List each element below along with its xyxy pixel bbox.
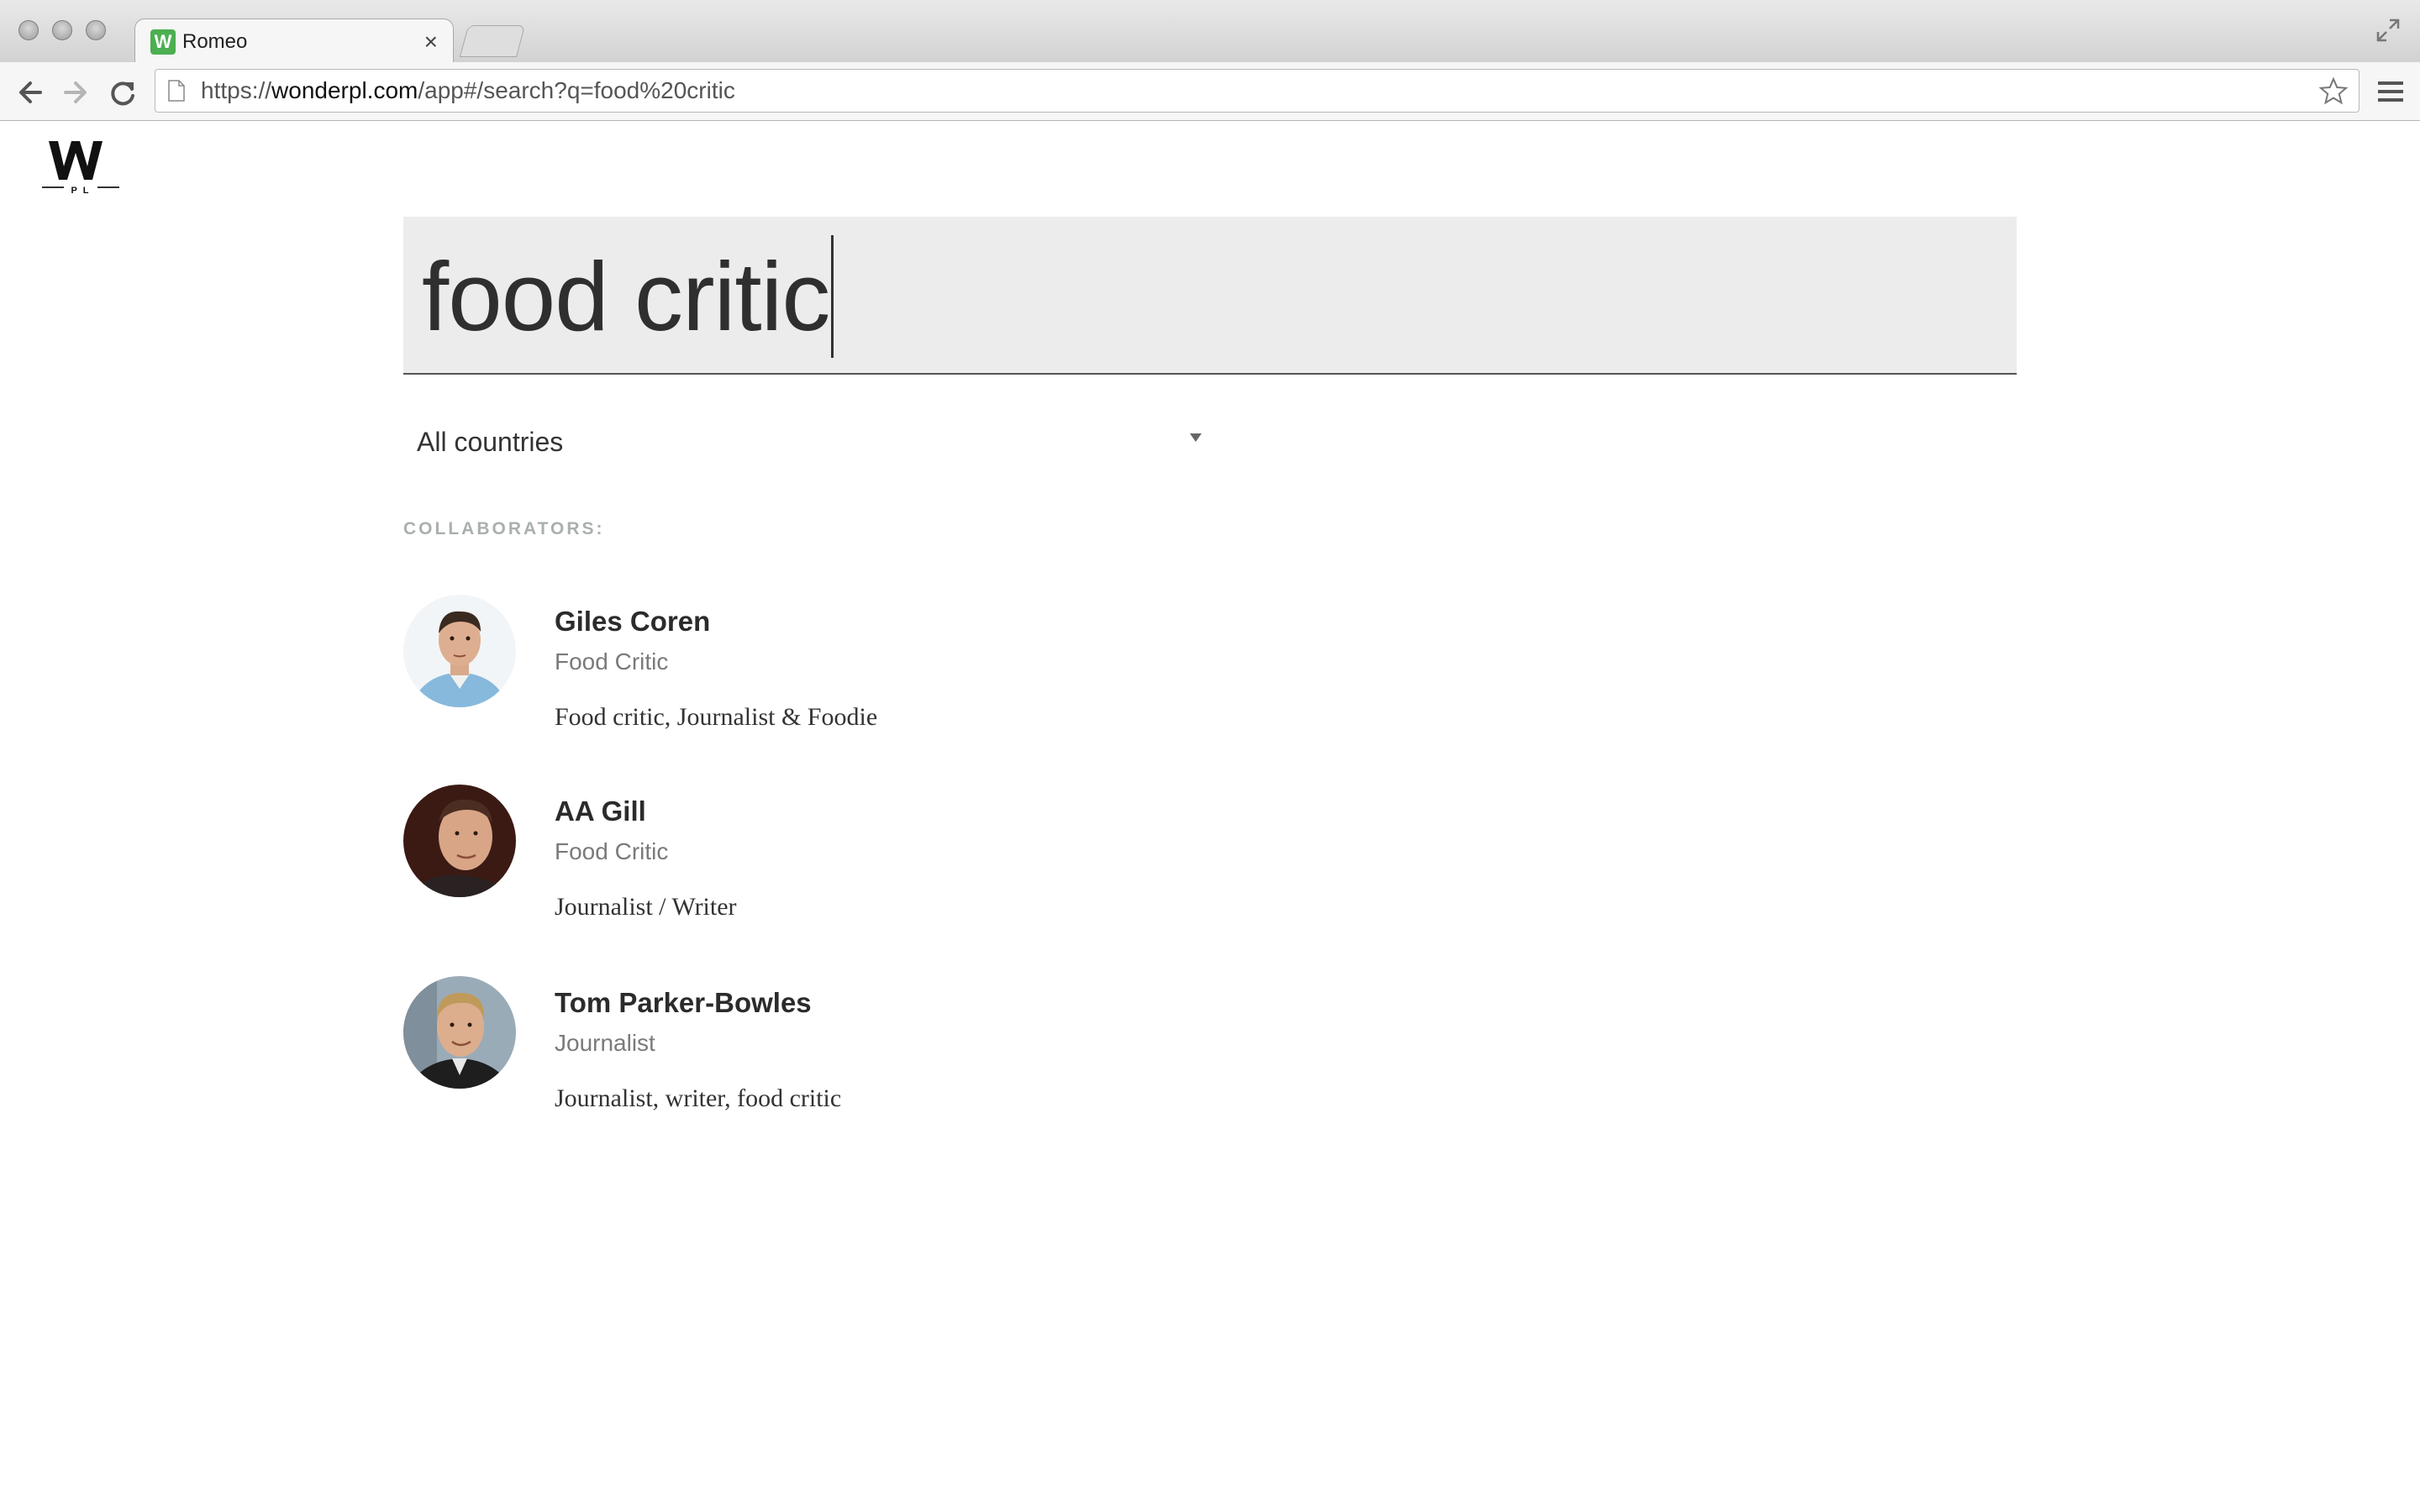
- avatar-giles-coren-icon: [403, 595, 516, 707]
- menu-icon[interactable]: [2376, 79, 2405, 104]
- dropdown-arrow-icon: [1190, 433, 1202, 442]
- app-logo[interactable]: P L: [37, 134, 124, 198]
- avatar-tom-parker-bowles-icon: [403, 976, 516, 1089]
- back-icon[interactable]: [13, 76, 47, 109]
- url-text: https://wonderpl.com/app#/search?q=food%…: [201, 70, 735, 112]
- search-box[interactable]: food critic: [403, 217, 2017, 375]
- country-filter-value: All countries: [417, 427, 564, 457]
- collaborator-item[interactable]: Giles Coren Food Critic Food critic, Jou…: [403, 595, 1580, 746]
- window-close-button[interactable]: [18, 20, 39, 40]
- avatar[interactable]: [403, 595, 516, 707]
- collaborator-bio: Food critic, Journalist & Foodie: [555, 703, 878, 731]
- wonder-logo-icon: P L: [42, 141, 119, 196]
- collaborator-name[interactable]: Giles Coren: [555, 605, 710, 638]
- avatar-aa-gill-icon: [403, 785, 516, 897]
- url-path: /app#/search?q=food%20critic: [418, 77, 735, 103]
- collaborator-name[interactable]: Tom Parker-Bowles: [555, 986, 812, 1020]
- search-query-text: food critic: [422, 242, 830, 351]
- collaborator-name[interactable]: AA Gill: [555, 795, 646, 828]
- url-scheme: https://: [201, 77, 272, 103]
- collaborator-item[interactable]: AA Gill Food Critic Journalist / Writer: [403, 785, 1580, 936]
- collaborator-item[interactable]: Tom Parker-Bowles Journalist Journalist,…: [403, 976, 1580, 1127]
- page-icon: [168, 80, 185, 102]
- tab-close-icon[interactable]: ×: [424, 28, 438, 56]
- reload-icon[interactable]: [106, 76, 139, 109]
- text-caret: [831, 235, 834, 358]
- collaborator-role: Food Critic: [555, 648, 669, 675]
- window-zoom-button[interactable]: [86, 20, 106, 40]
- star-icon[interactable]: [2318, 76, 2349, 107]
- svg-text:P L: P L: [71, 186, 91, 196]
- url-host: wonderpl.com: [271, 77, 418, 103]
- new-tab-button[interactable]: [459, 25, 526, 57]
- address-bar[interactable]: https://wonderpl.com/app#/search?q=food%…: [155, 69, 2360, 113]
- collaborator-role: Journalist: [555, 1030, 655, 1056]
- fullscreen-icon[interactable]: [2375, 17, 2402, 44]
- tab-favicon-icon: W: [150, 29, 176, 55]
- avatar[interactable]: [403, 785, 516, 897]
- avatar[interactable]: [403, 976, 516, 1089]
- collaborator-role: Food Critic: [555, 838, 669, 864]
- search-input[interactable]: food critic: [422, 234, 834, 360]
- window-minimize-button[interactable]: [52, 20, 72, 40]
- browser-toolbar: https://wonderpl.com/app#/search?q=food%…: [0, 62, 2420, 121]
- forward-icon[interactable]: [59, 76, 92, 109]
- collaborator-bio: Journalist, writer, food critic: [555, 1084, 842, 1112]
- browser-tab-active[interactable]: W Romeo ×: [134, 18, 454, 66]
- browser-titlebar: W Romeo ×: [0, 0, 2420, 66]
- country-filter-select[interactable]: All countries: [403, 417, 1202, 467]
- collaborators-heading: COLLABORATORS:: [403, 519, 605, 538]
- tab-title: Romeo: [182, 30, 248, 53]
- collaborator-bio: Journalist / Writer: [555, 893, 737, 921]
